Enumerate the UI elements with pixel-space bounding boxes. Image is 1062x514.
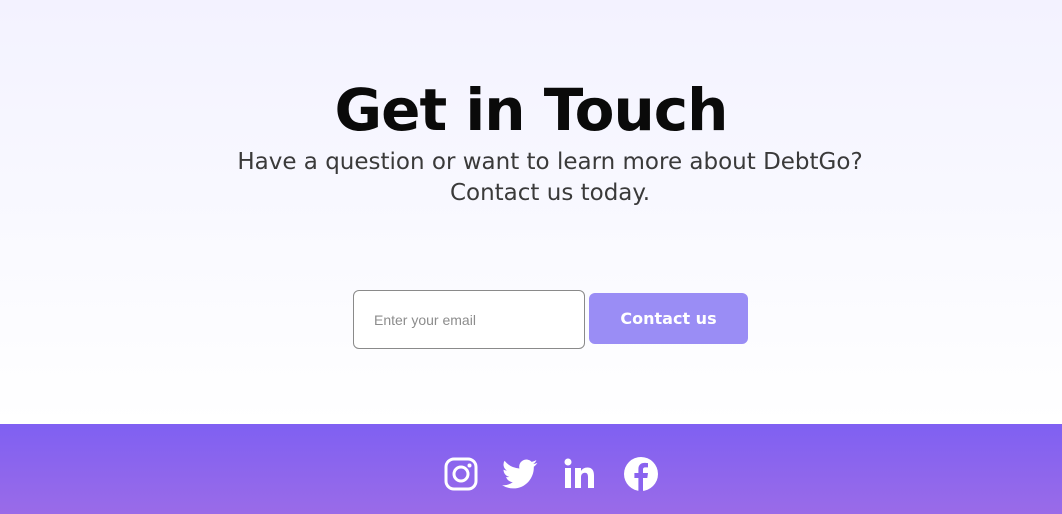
page-title: Get in Touch	[334, 76, 729, 144]
linkedin-link[interactable]	[562, 456, 598, 492]
contact-section: Get in Touch Have a question or want to …	[0, 0, 1062, 424]
twitter-link[interactable]	[502, 456, 538, 492]
instagram-link[interactable]	[443, 456, 479, 492]
linkedin-icon	[564, 458, 594, 488]
contact-us-button[interactable]: Contact us	[589, 293, 748, 344]
contact-subtitle: Have a question or want to learn more ab…	[200, 147, 900, 209]
facebook-icon	[624, 457, 658, 491]
facebook-link[interactable]	[623, 456, 659, 492]
footer	[0, 424, 1062, 514]
email-input[interactable]	[353, 290, 585, 349]
subtitle-line-2: Contact us today.	[449, 180, 651, 206]
subtitle-line-1: Have a question or want to learn more ab…	[237, 149, 863, 175]
instagram-icon	[444, 457, 478, 491]
social-links	[0, 456, 1062, 492]
twitter-icon	[502, 459, 538, 489]
